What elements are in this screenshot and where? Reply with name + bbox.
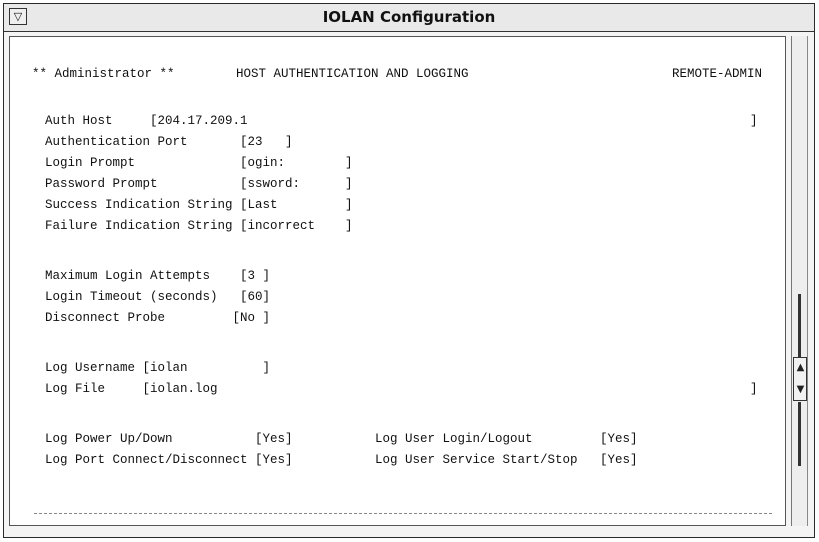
login-prompt-field[interactable]: Login Prompt [ogin: ]	[45, 155, 353, 171]
disconnect-probe-field[interactable]: Disconnect Probe [No ]	[45, 310, 270, 326]
auth-host-field-end: ]	[750, 114, 758, 128]
password-prompt-field[interactable]: Password Prompt [ssword: ]	[45, 176, 353, 192]
scroll-track-upper	[798, 294, 801, 358]
scroll-down-arrow-icon[interactable]: ▼	[794, 380, 807, 400]
login-timeout-field[interactable]: Login Timeout (seconds) [60]	[45, 289, 270, 305]
auth-port-field[interactable]: Authentication Port [23 ]	[45, 134, 293, 150]
log-power-field[interactable]: Log Power Up/Down [Yes]	[45, 431, 293, 447]
log-user-service-field[interactable]: Log User Service Start/Stop [Yes]	[375, 452, 638, 468]
log-username-field[interactable]: Log Username [iolan ]	[45, 360, 270, 376]
title-bar[interactable]: ▽ IOLAN Configuration	[4, 4, 814, 32]
footer-divider	[34, 513, 772, 514]
vertical-scrollbar[interactable]: ▲ ▼	[791, 36, 808, 526]
window-title: IOLAN Configuration	[322, 8, 496, 26]
log-file-field-end: ]	[750, 382, 758, 396]
failure-string-field[interactable]: Failure Indication String [incorrect ]	[45, 218, 353, 234]
user-role-label: ** Administrator **	[32, 67, 175, 81]
log-file-field[interactable]: Log File [iolan.log	[45, 381, 218, 397]
mode-label: REMOTE-ADMIN	[672, 67, 763, 81]
max-login-attempts-field[interactable]: Maximum Login Attempts [3 ]	[45, 268, 270, 284]
scroll-track-lower	[798, 402, 801, 466]
section-title: HOST AUTHENTICATION AND LOGGING	[236, 67, 469, 81]
scrollbar-thumb[interactable]: ▲ ▼	[793, 357, 807, 401]
log-user-login-field[interactable]: Log User Login/Logout [Yes]	[375, 431, 638, 447]
success-string-field[interactable]: Success Indication String [Last ]	[45, 197, 353, 213]
log-port-field[interactable]: Log Port Connect/Disconnect [Yes]	[45, 452, 293, 468]
auth-host-field[interactable]: Auth Host [204.17.209.1	[45, 113, 248, 129]
scroll-up-arrow-icon[interactable]: ▲	[794, 358, 807, 378]
terminal-screen[interactable]: ** Administrator ** HOST AUTHENTICATION …	[9, 36, 786, 526]
